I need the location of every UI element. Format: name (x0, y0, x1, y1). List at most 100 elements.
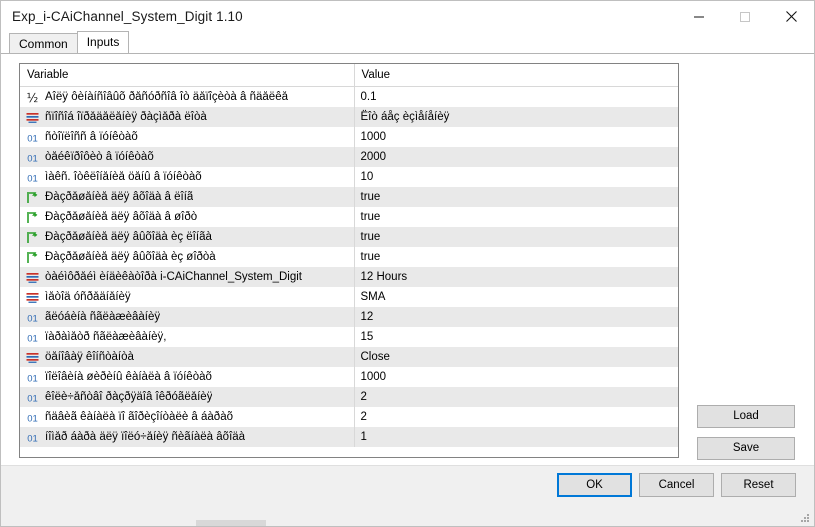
table-row[interactable]: Ðàçðåøåíèå äëÿ âûõîäà èç øîðòà true (20, 247, 678, 267)
reset-button[interactable]: Reset (721, 473, 796, 497)
column-header-variable[interactable]: Variable (20, 64, 354, 87)
value-cell[interactable]: 1 (354, 427, 678, 447)
table-row[interactable]: 01ïîëîâèíà øèðèíû êàíàëà â ïóíêòàõ1000 (20, 367, 678, 387)
value-cell[interactable]: 12 Hours (354, 267, 678, 287)
table-row[interactable]: ìåòîä óñðåäíåíèÿ SMA (20, 287, 678, 307)
variable-cell: Ðàçðåøåíèå äëÿ âõîäà â ëîíã (20, 187, 354, 207)
enum-list-icon (25, 270, 40, 285)
variable-label: ñòîïëîññ â ïóíêòàõ (45, 131, 138, 143)
value-text: 12 (355, 307, 679, 327)
value-cell[interactable]: 0.1 (354, 87, 678, 108)
value-text: 1 (355, 427, 679, 447)
footer-button-group: OK Cancel Reset (557, 473, 796, 497)
variable-cell: 01 êîëè÷åñòâî ðàçðÿäîâ îêðóãëåíèÿ (20, 387, 354, 407)
value-cell[interactable]: 1000 (354, 127, 678, 147)
value-text: true (355, 207, 679, 227)
save-button[interactable]: Save (697, 437, 795, 460)
ok-button[interactable]: OK (557, 473, 632, 497)
load-button[interactable]: Load (697, 405, 795, 428)
variable-cell: 01íîìåð áàðà äëÿ ïîëó÷åíèÿ ñèãíàëà âõîäà (20, 427, 354, 447)
half-fraction-icon: ½ (25, 90, 40, 105)
table-row[interactable]: ñïîñîá îïðåäåëåíèÿ ðàçìåðà ëîòàËîò áåç è… (20, 107, 678, 127)
table-row[interactable]: 01íîìåð áàðà äëÿ ïîëó÷åíèÿ ñèãíàëà âõîäà… (20, 427, 678, 447)
tab-inputs[interactable]: Inputs (77, 31, 130, 53)
value-text: Close (355, 347, 679, 367)
value-text: Ëîò áåç èçìåíåíèÿ (355, 107, 679, 127)
integer-01-icon: 01 (25, 390, 40, 405)
grid-header-row: Variable Value (20, 64, 678, 87)
value-cell[interactable]: true (354, 227, 678, 247)
value-cell[interactable]: Close (354, 347, 678, 367)
column-header-value[interactable]: Value (354, 64, 678, 87)
close-icon (785, 10, 798, 23)
value-cell[interactable]: 12 (354, 307, 678, 327)
table-row[interactable]: òàéìôðåéì èíäèêàòîðà i-CAiChannel_System… (20, 267, 678, 287)
variable-label: òåéêïðîôèò â ïóíêòàõ (45, 151, 154, 163)
value-cell[interactable]: true (354, 247, 678, 267)
inputs-grid[interactable]: Variable Value ½Äîëÿ ôèíàíñîâûõ ðåñóðñîâ… (19, 63, 679, 458)
table-row[interactable]: 01 ñòîïëîññ â ïóíêòàõ 1000 (20, 127, 678, 147)
integer-01-icon: 01 (25, 130, 40, 145)
integer-01-icon: 01 (25, 150, 40, 165)
variable-label: ïàðàìåòð ñãëàæèâàíèÿ, (45, 331, 167, 343)
variable-label: ìàêñ. îòêëîíåíèå öåíû â ïóíêòàõ (45, 171, 202, 183)
value-cell[interactable]: 10 (354, 167, 678, 187)
table-row[interactable]: 01ìàêñ. îòêëîíåíèå öåíû â ïóíêòàõ10 (20, 167, 678, 187)
value-text: true (355, 247, 679, 267)
value-cell[interactable]: Ëîò áåç èçìåíåíèÿ (354, 107, 678, 127)
boolean-flag-icon (25, 230, 40, 245)
variable-cell: Ðàçðåøåíèå äëÿ âûõîäà èç øîðòà (20, 247, 354, 267)
dialog-footer: OK Cancel Reset (1, 465, 814, 526)
variable-cell: ìåòîä óñðåäíåíèÿ (20, 287, 354, 307)
value-text: 2 (355, 387, 679, 407)
minimize-button[interactable] (676, 1, 722, 32)
boolean-flag-icon (25, 190, 40, 205)
value-cell[interactable]: 2 (354, 407, 678, 427)
table-row[interactable]: ½Äîëÿ ôèíàíñîâûõ ðåñóðñîâ îò äåïîçèòà â … (20, 87, 678, 108)
value-cell[interactable]: 2000 (354, 147, 678, 167)
svg-text:01: 01 (27, 333, 38, 344)
variable-cell: 01ãëóáèíà ñãëàæèâàíèÿ (20, 307, 354, 327)
value-cell[interactable]: 2 (354, 387, 678, 407)
variable-label: Ðàçðåøåíèå äëÿ âûõîäà èç øîðòà (45, 251, 216, 263)
integer-01-icon: 01 (25, 410, 40, 425)
value-cell[interactable]: 1000 (354, 367, 678, 387)
table-row[interactable]: Ðàçðåøåíèå äëÿ âõîäà â øîðòtrue (20, 207, 678, 227)
value-text: 2 (355, 407, 679, 427)
value-cell[interactable]: 15 (354, 327, 678, 347)
tab-strip: Common Inputs (9, 32, 814, 53)
maximize-button[interactable] (722, 1, 768, 32)
taskbar-peek (196, 520, 266, 526)
enum-list-icon (25, 350, 40, 365)
table-row[interactable]: Ðàçðåøåíèå äëÿ âûõîäà èç ëîíãàtrue (20, 227, 678, 247)
resize-grip[interactable] (799, 512, 811, 524)
value-text: 12 Hours (355, 267, 679, 287)
integer-01-icon: 01 (25, 370, 40, 385)
table-row[interactable]: öåíîâàÿ êîíñòàíòàClose (20, 347, 678, 367)
variable-label: òàéìôðåéì èíäèêàòîðà i-CAiChannel_System… (45, 271, 302, 283)
table-row[interactable]: Ðàçðåøåíèå äëÿ âõîäà â ëîíãtrue (20, 187, 678, 207)
cancel-button[interactable]: Cancel (639, 473, 714, 497)
table-row[interactable]: 01ãëóáèíà ñãëàæèâàíèÿ12 (20, 307, 678, 327)
variable-label: ñäâèã êàíàëà ïî ãîðèçîíòàëè â áàðàõ (45, 411, 233, 423)
integer-01-icon: 01 (25, 310, 40, 325)
value-text: 2000 (355, 147, 679, 167)
integer-01-icon: 01 (25, 330, 40, 345)
table-row[interactable]: 01 ñäâèã êàíàëà ïî ãîðèçîíòàëè â áàðàõ 2 (20, 407, 678, 427)
variable-label: ìåòîä óñðåäíåíèÿ (45, 291, 131, 303)
value-cell[interactable]: true (354, 207, 678, 227)
table-row[interactable]: 01 ïàðàìåòð ñãëàæèâàíèÿ, 15 (20, 327, 678, 347)
close-button[interactable] (768, 1, 814, 32)
boolean-flag-icon (25, 210, 40, 225)
tab-common[interactable]: Common (9, 33, 78, 53)
table-row[interactable]: 01 òåéêïðîôèò â ïóíêòàõ 2000 (20, 147, 678, 167)
value-text: true (355, 227, 679, 247)
table-row[interactable]: 01 êîëè÷åñòâî ðàçðÿäîâ îêðóãëåíèÿ 2 (20, 387, 678, 407)
svg-text:½: ½ (27, 91, 39, 105)
variable-cell: 01 ñäâèã êàíàëà ïî ãîðèçîíòàëè â áàðàõ (20, 407, 354, 427)
svg-text:01: 01 (27, 133, 38, 144)
value-cell[interactable]: SMA (354, 287, 678, 307)
variable-label: êîëè÷åñòâî ðàçðÿäîâ îêðóãëåíèÿ (45, 391, 212, 403)
integer-01-icon: 01 (25, 430, 40, 445)
value-cell[interactable]: true (354, 187, 678, 207)
